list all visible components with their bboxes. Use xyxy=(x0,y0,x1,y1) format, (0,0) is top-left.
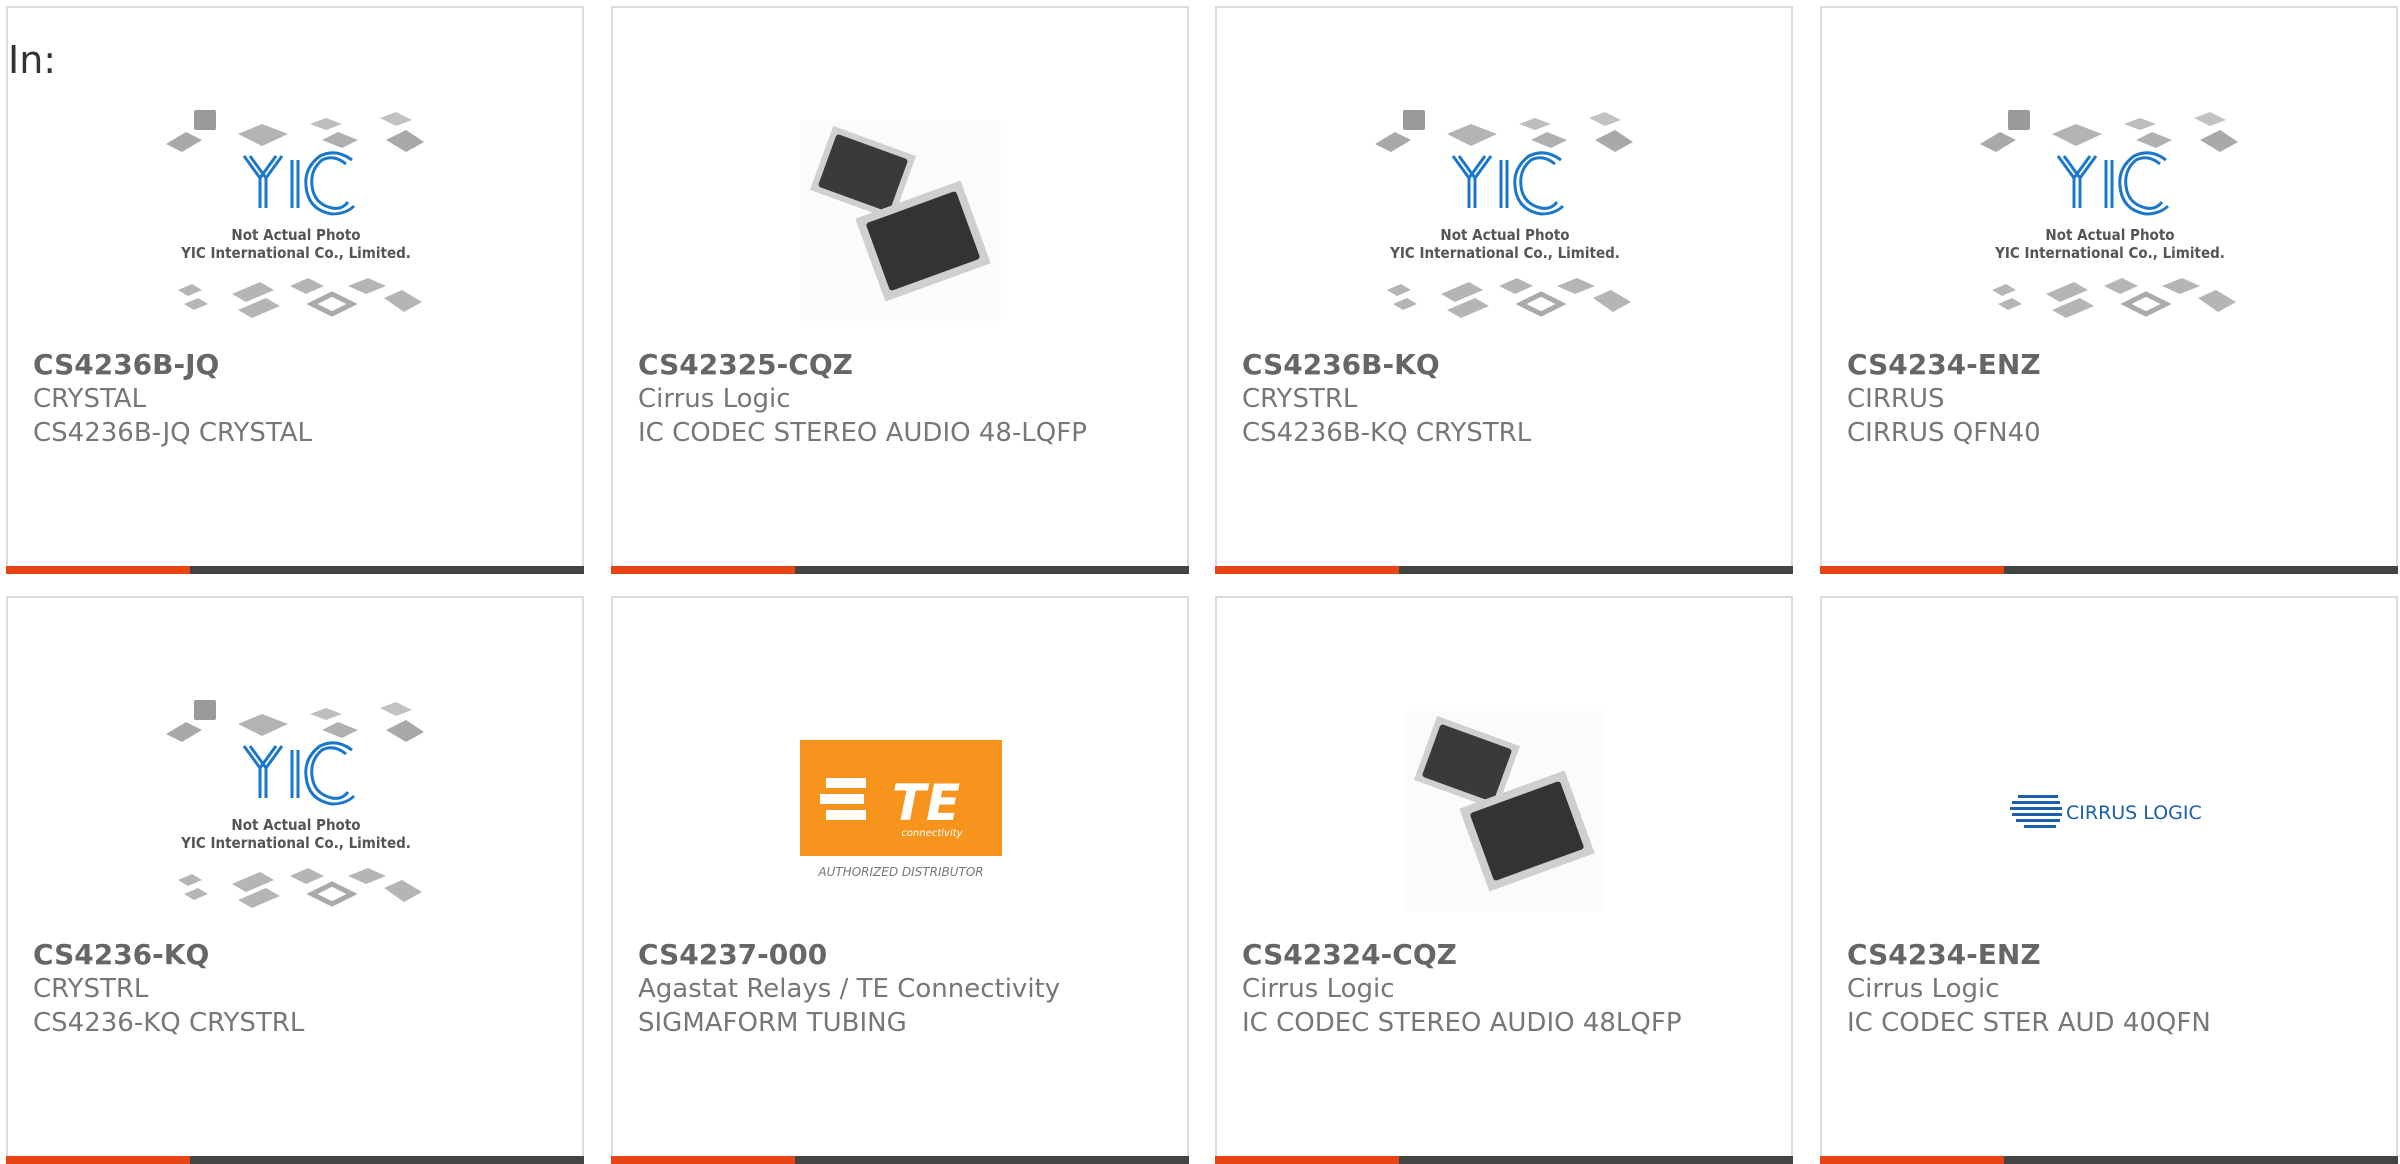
te-logo-text: TE xyxy=(892,774,960,832)
product-card[interactable]: CIRRUS LOGIC CS4234-ENZ Cirrus Logic IC CO… xyxy=(1820,596,2398,1164)
yic-line1: Not Actual Photo xyxy=(231,226,360,244)
te-sub-text: connectivity xyxy=(901,828,963,839)
description: IC CODEC STEREO AUDIO 48LQFP xyxy=(1242,1008,1682,1038)
product-info: CS4236B-KQ CRYSTRL CS4236B-KQ CRYSTRL xyxy=(1242,348,1692,450)
product-card[interactable]: Not Actual Photo YIC International Co., … xyxy=(1820,6,2398,574)
card-accent-bar xyxy=(611,1156,795,1164)
card-bottom-bar xyxy=(6,1156,584,1164)
product-card[interactable]: CS42324-CQZ Cirrus Logic IC CODEC STEREO A… xyxy=(1215,596,1793,1164)
part-number-link[interactable]: CS4234-ENZ xyxy=(1847,348,2297,382)
card-bottom-bar xyxy=(1820,1156,2398,1164)
qfp-chip-image xyxy=(801,121,1001,321)
part-number-link[interactable]: CS4236B-KQ xyxy=(1242,348,1692,382)
yic-placeholder-image: Not Actual Photo YIC International Co., … xyxy=(1375,110,1633,318)
yic-line1: Not Actual Photo xyxy=(2045,226,2174,244)
yic-line2: YIC International Co., Limited. xyxy=(180,244,411,262)
description: CS4236B-JQ CRYSTAL xyxy=(33,418,312,448)
product-card[interactable]: Not Actual Photo YIC International Co., … xyxy=(6,596,584,1164)
manufacturer: Cirrus Logic xyxy=(638,384,791,414)
te-logo-image: TE connectivity AUTHORIZED DISTRIBUTOR xyxy=(800,740,1002,879)
product-info: CS4237-000 Agastat Relays / TE Connectivi… xyxy=(638,938,1088,1040)
yic-line1: Not Actual Photo xyxy=(231,816,360,834)
product-card[interactable]: CS42325-CQZ Cirrus Logic IC CODEC STEREO A… xyxy=(611,6,1189,574)
part-number-link[interactable]: CS4237-000 xyxy=(638,938,1088,972)
yic-line2: YIC International Co., Limited. xyxy=(180,834,411,852)
yic-placeholder-image: Not Actual Photo YIC International Co., … xyxy=(166,700,424,908)
yic-placeholder-image: Not Actual Photo YIC International Co., … xyxy=(166,110,424,318)
card-bottom-bar xyxy=(6,566,584,574)
te-caption: AUTHORIZED DISTRIBUTOR xyxy=(817,865,983,879)
description: CS4236B-KQ CRYSTRL xyxy=(1242,418,1532,448)
product-image[interactable]: TE connectivity AUTHORIZED DISTRIBUTOR xyxy=(767,684,1035,938)
card-accent-bar xyxy=(611,566,795,574)
manufacturer: CRYSTRL xyxy=(33,974,149,1004)
product-image[interactable]: Not Actual Photo YIC International Co., … xyxy=(1976,94,2244,348)
in-label: In: xyxy=(8,38,57,82)
card-bottom-bar xyxy=(611,1156,1189,1164)
product-info: CS4236B-JQ CRYSTAL CS4236B-JQ CRYSTAL xyxy=(33,348,483,450)
product-image[interactable] xyxy=(1371,684,1639,938)
product-card[interactable]: Not Actual Photo YIC International Co., … xyxy=(1215,6,1793,574)
product-image[interactable]: Not Actual Photo YIC International Co., … xyxy=(1371,94,1639,348)
card-bottom-bar xyxy=(1820,566,2398,574)
manufacturer: CIRRUS xyxy=(1847,384,1945,414)
manufacturer: CRYSTAL xyxy=(33,384,147,414)
cirrus-logo-text: CIRRUS LOGIC xyxy=(2066,802,2202,824)
card-bottom-bar xyxy=(1215,566,1793,574)
product-info: CS42324-CQZ Cirrus Logic IC CODEC STEREO A… xyxy=(1242,938,1692,1040)
yic-line1: Not Actual Photo xyxy=(1440,226,1569,244)
card-accent-bar xyxy=(1215,1156,1399,1164)
card-accent-bar xyxy=(6,1156,190,1164)
part-number-link[interactable]: CS42325-CQZ xyxy=(638,348,1088,382)
part-number-link[interactable]: CS42324-CQZ xyxy=(1242,938,1692,972)
part-number-link[interactable]: CS4236-KQ xyxy=(33,938,483,972)
product-image[interactable]: CIRRUS LOGIC xyxy=(1976,684,2244,938)
card-accent-bar xyxy=(1820,566,2004,574)
product-info: CS42325-CQZ Cirrus Logic IC CODEC STEREO A… xyxy=(638,348,1088,450)
description: IC CODEC STEREO AUDIO 48-LQFP xyxy=(638,418,1087,448)
yic-line2: YIC International Co., Limited. xyxy=(1994,244,2225,262)
description: CIRRUS QFN40 xyxy=(1847,418,2041,448)
product-card[interactable]: TE connectivity AUTHORIZED DISTRIBUTOR C… xyxy=(611,596,1189,1164)
product-image[interactable]: Not Actual Photo YIC International Co., … xyxy=(162,684,430,938)
card-accent-bar xyxy=(6,566,190,574)
description: SIGMAFORM TUBING xyxy=(638,1008,907,1038)
product-image[interactable]: Not Actual Photo YIC International Co., … xyxy=(162,94,430,348)
card-bottom-bar xyxy=(1215,1156,1793,1164)
manufacturer: Agastat Relays / TE Connectivity xyxy=(638,974,1061,1004)
part-number-link[interactable]: CS4236B-JQ xyxy=(33,348,483,382)
product-info: CS4234-ENZ Cirrus Logic IC CODEC STER AUD … xyxy=(1847,938,2297,1040)
qfp-chip-image xyxy=(1405,711,1605,911)
product-info: CS4234-ENZ CIRRUS CIRRUS QFN40 xyxy=(1847,348,2297,450)
product-info: CS4236-KQ CRYSTRL CS4236-KQ CRYSTRL xyxy=(33,938,483,1040)
description: CS4236-KQ CRYSTRL xyxy=(33,1008,305,1038)
manufacturer: Cirrus Logic xyxy=(1242,974,1395,1004)
card-accent-bar xyxy=(1820,1156,2004,1164)
product-card[interactable]: Not Actual Photo YIC International Co., … xyxy=(6,6,584,574)
product-image[interactable] xyxy=(767,94,1035,348)
cirrus-logo-image: CIRRUS LOGIC xyxy=(2010,795,2202,828)
yic-placeholder-image: Not Actual Photo YIC International Co., … xyxy=(1980,110,2238,318)
manufacturer: CRYSTRL xyxy=(1242,384,1358,414)
part-number-link[interactable]: CS4234-ENZ xyxy=(1847,938,2297,972)
yic-line2: YIC International Co., Limited. xyxy=(1389,244,1620,262)
card-bottom-bar xyxy=(611,566,1189,574)
manufacturer: Cirrus Logic xyxy=(1847,974,2000,1004)
card-accent-bar xyxy=(1215,566,1399,574)
description: IC CODEC STER AUD 40QFN xyxy=(1847,1008,2211,1038)
